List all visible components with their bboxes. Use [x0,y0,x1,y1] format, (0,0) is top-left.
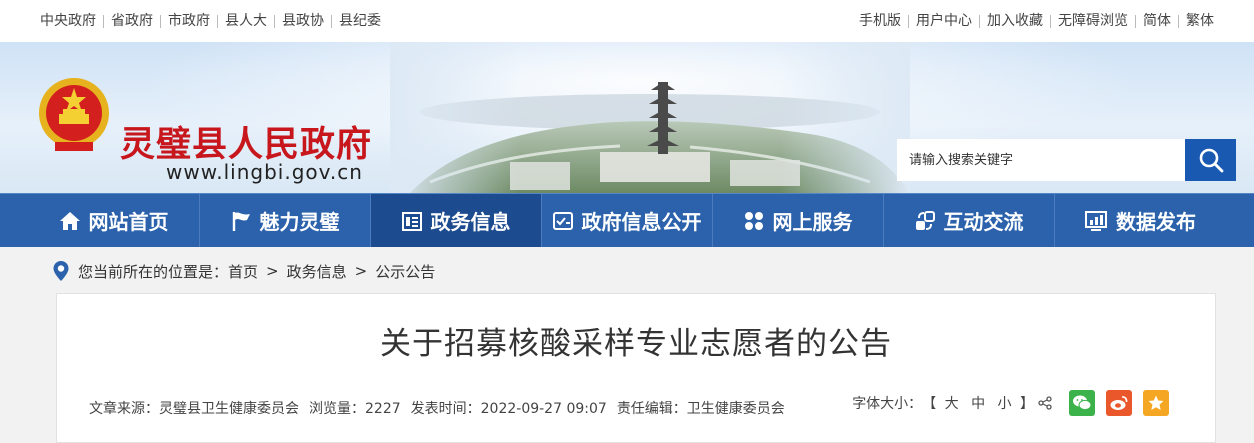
search-bar [897,139,1236,181]
flag-icon [232,211,250,231]
nav-item-online-service[interactable]: 网上服务 [713,194,884,247]
grid-icon [744,211,763,230]
site-url: www.lingbi.gov.cn [166,160,363,184]
share-weibo-button[interactable] [1106,390,1132,416]
font-size-bracket-open: 【 [922,396,937,412]
exchange-icon [915,210,935,230]
link-mobile[interactable]: 手机版 [859,14,908,28]
weibo-icon [1110,396,1128,410]
font-size-large[interactable]: 大 [945,396,959,412]
breadcrumb-announcements[interactable]: 公示公告 [375,261,435,282]
nav-label: 互动交流 [943,210,1024,234]
font-size-small[interactable]: 小 [998,396,1012,412]
breadcrumb-prefix: 您当前所在的位置是： [78,262,229,281]
header-banner: 灵璧县人民政府 www.lingbi.gov.cn [0,42,1254,193]
article-tools: 字体大小： 【 大 中 小 】 [852,390,1169,416]
font-size-bracket-close: 】 [1020,396,1034,412]
link-user-center[interactable]: 用户中心 [908,14,979,28]
nav-label: 网上服务 [772,210,853,234]
article-views: 浏览量：2227 [309,401,401,417]
article-source: 文章来源：灵璧县卫生健康委员会 [89,401,299,417]
search-input[interactable] [897,139,1185,181]
location-pin-icon [53,261,69,281]
home-icon [59,211,80,230]
nav-label: 网站首页 [88,210,169,234]
search-button[interactable] [1185,139,1236,181]
share-icon [1038,396,1052,410]
chart-icon [1085,210,1107,231]
main-nav: 网站首页 魅力灵璧 政务信息 政府信息公开 网上服务 互动交流 数据发布 [0,193,1254,247]
nav-item-interaction[interactable]: 互动交流 [884,194,1055,247]
add-favorite-button[interactable] [1143,390,1169,416]
link-traditional[interactable]: 繁体 [1178,14,1214,28]
breadcrumb-government-news[interactable]: 政务信息 [287,261,347,282]
link-accessibility[interactable]: 无障碍浏览 [1050,14,1135,28]
link-county-cppcc[interactable]: 县政协 [274,14,331,28]
nav-item-government-news[interactable]: 政务信息 [370,194,542,247]
link-city-gov[interactable]: 市政府 [160,14,217,28]
article-title: 关于招募核酸采样专业志愿者的公告 [380,326,892,362]
external-links: 中央政府 省政府 市政府 县人大 县政协 县纪委 [40,14,388,28]
article-date: 发表时间：2022-09-27 09:07 [410,401,607,417]
share-wechat-button[interactable] [1069,390,1095,416]
utility-links: 手机版 用户中心 加入收藏 无障碍浏览 简体 繁体 [859,14,1214,28]
banner-scenery-image [390,42,910,193]
nav-item-data-release[interactable]: 数据发布 [1055,194,1226,247]
link-add-favorite[interactable]: 加入收藏 [979,14,1050,28]
article-card: 关于招募核酸采样专业志愿者的公告 文章来源：灵璧县卫生健康委员会 浏览量：222… [56,293,1216,443]
link-province-gov[interactable]: 省政府 [103,14,160,28]
font-size-label: 字体大小： [852,396,923,412]
article-editor: 责任编辑：卫生健康委员会 [616,401,785,417]
nav-label: 魅力灵璧 [259,210,340,234]
font-size-medium[interactable]: 中 [971,396,985,412]
star-icon [1148,395,1164,410]
nav-label: 政务信息 [430,210,511,234]
nav-item-charm[interactable]: 魅力灵璧 [200,194,371,247]
breadcrumb-separator: > [266,262,279,280]
national-emblem-logo [39,78,109,151]
article-meta: 文章来源：灵璧县卫生健康委员会 浏览量：2227 发表时间：2022-09-27… [89,398,785,418]
wechat-icon [1073,395,1092,411]
link-central-gov[interactable]: 中央政府 [40,14,103,28]
top-bar: 中央政府 省政府 市政府 县人大 县政协 县纪委 手机版 用户中心 加入收藏 无… [0,0,1254,42]
nav-item-info-disclosure[interactable]: 政府信息公开 [542,194,713,247]
nav-item-home[interactable]: 网站首页 [29,194,200,247]
nav-label: 政府信息公开 [581,210,702,234]
news-icon [401,211,422,231]
breadcrumb: 您当前所在的位置是： 首页 > 政务信息 > 公示公告 [52,258,435,284]
breadcrumb-home[interactable]: 首页 [228,261,258,282]
info-board-icon [552,211,573,230]
breadcrumb-separator: > [354,262,368,280]
link-simplified[interactable]: 简体 [1135,14,1178,28]
search-icon [1199,148,1223,173]
nav-label: 数据发布 [1116,210,1196,234]
link-county-congress[interactable]: 县人大 [217,14,274,28]
link-county-discipline[interactable]: 县纪委 [331,14,388,28]
font-size-options: 【 大 中 小 】 [922,393,1034,413]
